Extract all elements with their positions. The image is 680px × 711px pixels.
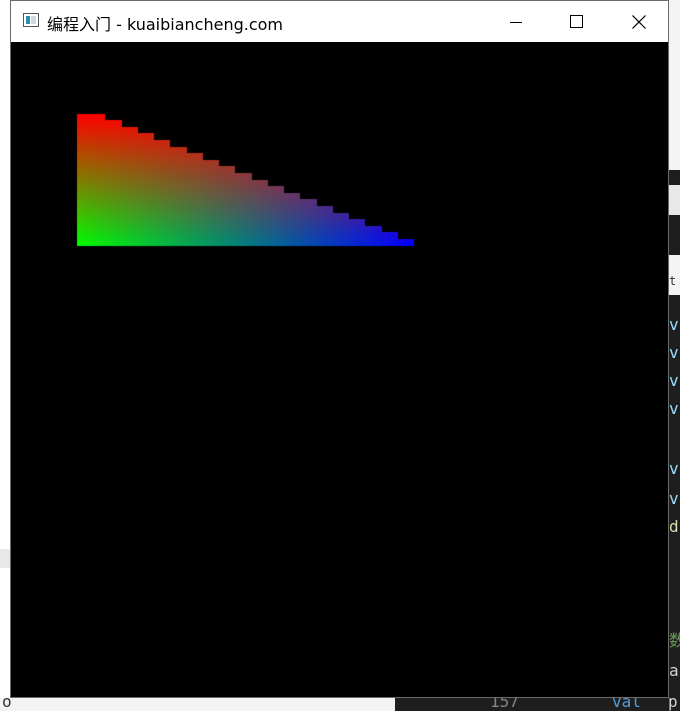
background-editor-bottom: o 157 val p (0, 698, 680, 711)
close-button[interactable] (616, 1, 662, 42)
gradient-triangle (11, 42, 668, 697)
editor-char: v (669, 399, 679, 418)
editor-char: v (669, 343, 679, 362)
app-window: 编程入门 - kuaibiancheng.com (10, 0, 669, 698)
render-viewport[interactable] (11, 42, 668, 697)
background-code-editor: t v v v v v v d 数 a (669, 0, 680, 711)
title-bar[interactable]: 编程入门 - kuaibiancheng.com (11, 1, 668, 42)
editor-char: d (669, 517, 679, 536)
editor-char: v (669, 459, 679, 478)
close-icon (632, 14, 646, 29)
editor-gap (669, 545, 680, 595)
background-panel-strip (0, 549, 10, 568)
minimize-icon (510, 21, 522, 23)
editor-char: v (669, 489, 679, 508)
editor-keyword: val (612, 698, 641, 711)
app-window-icon (23, 13, 39, 27)
window-title: 编程入门 - kuaibiancheng.com (47, 15, 283, 34)
editor-line-number: 157 (490, 698, 519, 711)
editor-char: a (669, 661, 679, 680)
editor-char: 数 (669, 631, 680, 650)
editor-char: v (669, 371, 679, 390)
editor-panel-light (669, 0, 680, 170)
maximize-button[interactable] (553, 1, 599, 42)
editor-code-text: p (668, 698, 678, 711)
minimize-button[interactable] (493, 1, 539, 42)
editor-bottom-text: o (2, 698, 12, 711)
editor-panel-tab (669, 185, 680, 215)
maximize-icon (569, 15, 583, 28)
editor-char: t (669, 274, 677, 288)
editor-char: v (669, 315, 679, 334)
